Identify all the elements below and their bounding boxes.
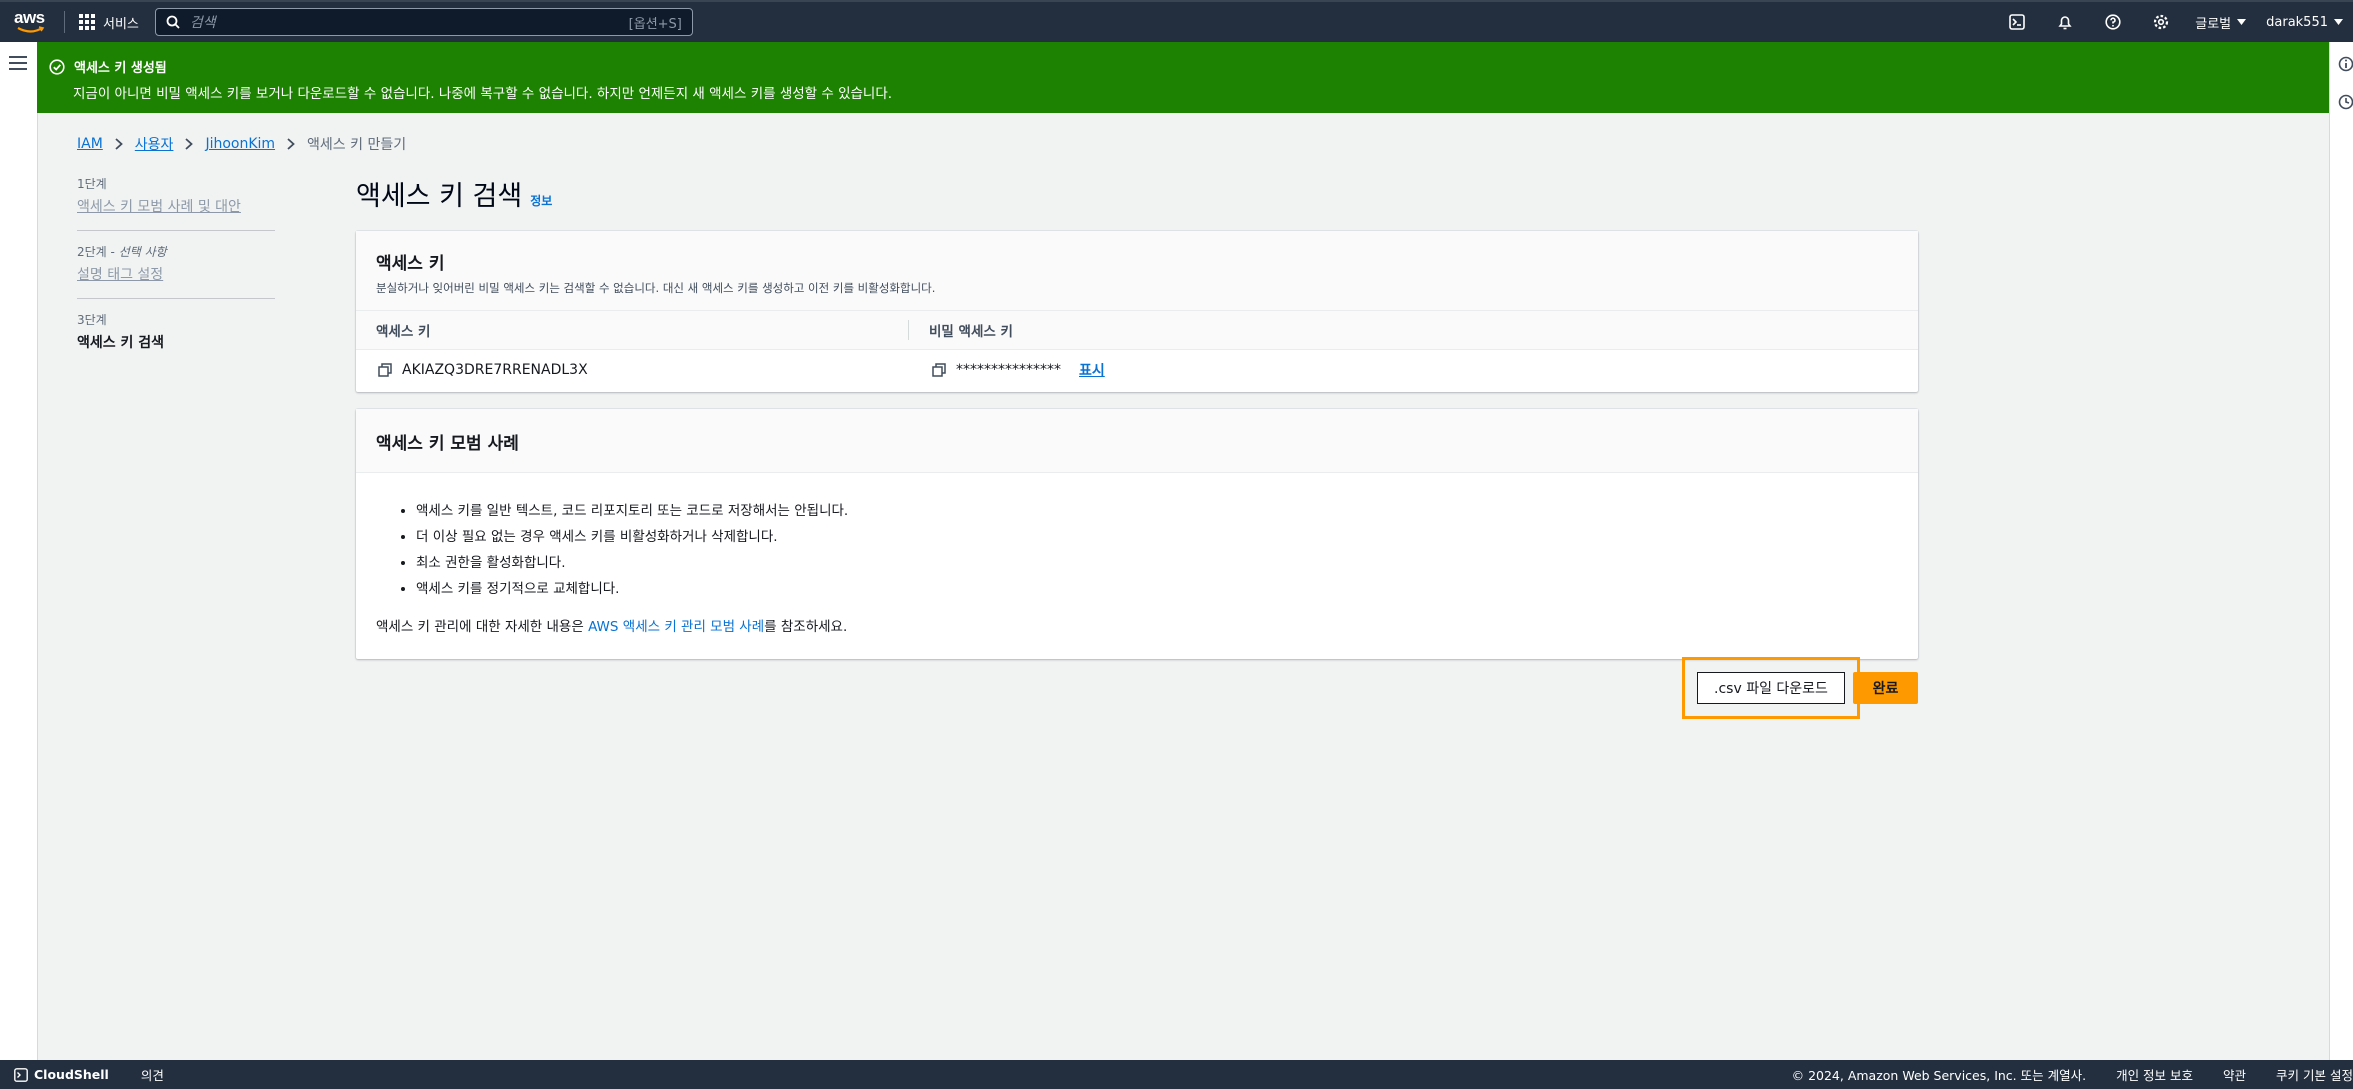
cookie-preferences-link[interactable]: 쿠키 기본 설정: [2276, 1065, 2353, 1084]
list-item: 액세스 키를 정기적으로 교체합니다.: [416, 577, 1898, 597]
aws-smile-icon: [17, 26, 45, 33]
clock-icon: [2338, 94, 2353, 110]
step-link[interactable]: 액세스 키 모범 사례 및 대안: [77, 196, 275, 216]
notifications-button[interactable]: [2041, 2, 2089, 42]
caret-down-icon: [2237, 19, 2247, 25]
step-number: 1단계: [77, 177, 107, 191]
hamburger-icon: [9, 56, 27, 70]
main-content: 액세스 키 검색 정보 액세스 키 분실하거나 잊어버린 비밀 액세스 키는 검…: [356, 174, 1918, 719]
footer: CloudShell 의견 © 2024, Amazon Web Service…: [0, 1060, 2353, 1089]
breadcrumb-users[interactable]: 사용자: [135, 134, 174, 154]
list-item: 최소 권한을 활성화합니다.: [416, 551, 1898, 571]
chevron-right-icon: [185, 138, 194, 150]
breadcrumb-current: 액세스 키 만들기: [307, 137, 407, 153]
list-item: 더 이상 필요 없는 경우 액세스 키를 비활성화하거나 삭제합니다.: [416, 525, 1898, 545]
nav-divider: [64, 11, 65, 33]
note-prefix: 액세스 키 관리에 대한 자세한 내용은: [376, 619, 589, 635]
resources-panel-button[interactable]: [2338, 94, 2353, 110]
privacy-link[interactable]: 개인 정보 보호: [2116, 1065, 2193, 1084]
best-practices-title: 액세스 키 모범 사례: [376, 434, 519, 454]
cloudshell-button[interactable]: [1993, 2, 2041, 42]
step-link[interactable]: 설명 태그 설정: [77, 264, 275, 284]
best-practices-note: 액세스 키 관리에 대한 자세한 내용은 AWS 액세스 키 관리 모범 사례를…: [376, 615, 1898, 635]
step-number: 3단계: [77, 313, 107, 327]
wizard-step-3: 3단계 액세스 키 검색: [77, 311, 275, 366]
access-key-description: 분실하거나 잊어버린 비밀 액세스 키는 검색할 수 없습니다. 대신 새 액세…: [376, 281, 936, 295]
aws-logo-text: aws: [14, 8, 45, 27]
step-number: 2단계 - 선택 사항: [77, 245, 167, 259]
wizard-step-2: 2단계 - 선택 사항 설명 태그 설정: [77, 243, 275, 299]
best-practices-container: 액세스 키 모범 사례 액세스 키를 일반 텍스트, 코드 리포지토리 또는 코…: [356, 409, 1918, 659]
success-flash-banner: 액세스 키 생성됨 지금이 아니면 비밀 액세스 키를 보거나 다운로드할 수 …: [37, 42, 2329, 113]
info-link[interactable]: 정보: [530, 192, 552, 209]
table-row: AKIAZQ3DRE7RRENADL3X *************** 표시: [356, 350, 1918, 390]
gear-icon: [2154, 14, 2169, 30]
breadcrumb-user[interactable]: JihoonKim: [205, 136, 275, 152]
terminal-icon: [14, 1067, 28, 1082]
best-practices-link[interactable]: AWS 액세스 키 관리 모범 사례: [588, 619, 764, 635]
search-icon: [166, 15, 180, 29]
terminal-icon: [2009, 14, 2026, 30]
chevron-right-icon: [287, 138, 295, 150]
top-navigation: aws 서비스 검색 [옵션+S] 글로벌 darak551: [0, 0, 2353, 42]
settings-button[interactable]: [2137, 2, 2185, 42]
info-circle-icon: [2338, 56, 2353, 72]
help-button[interactable]: [2089, 2, 2137, 42]
column-access-key: 액세스 키: [376, 324, 431, 340]
breadcrumb: IAM 사용자 JihoonKim 액세스 키 만들기: [77, 134, 406, 154]
grid-icon: [79, 14, 95, 30]
account-menu[interactable]: darak551: [2256, 15, 2353, 30]
check-circle-icon: [49, 58, 65, 75]
access-key-container: 액세스 키 분실하거나 잊어버린 비밀 액세스 키는 검색할 수 없습니다. 대…: [356, 231, 1918, 392]
step-current: 액세스 키 검색: [77, 335, 165, 351]
wizard-step-1: 1단계 액세스 키 모범 사례 및 대안: [77, 175, 275, 231]
info-panel-button[interactable]: [2338, 56, 2353, 72]
cloudshell-link[interactable]: CloudShell: [14, 1067, 109, 1082]
search-shortcut: [옵션+S]: [628, 16, 682, 32]
copy-icon[interactable]: [378, 363, 392, 377]
actions: .csv 파일 다운로드 완료: [1682, 657, 1918, 719]
best-practices-list: 액세스 키를 일반 텍스트, 코드 리포지토리 또는 코드로 저장해서는 안됩니…: [396, 499, 1898, 597]
show-secret-link[interactable]: 표시: [1079, 360, 1105, 380]
flash-title: 액세스 키 생성됨: [74, 61, 167, 76]
done-button[interactable]: 완료: [1853, 672, 1918, 704]
account-name: darak551: [2266, 14, 2328, 30]
table-header: 액세스 키 비밀 액세스 키: [356, 311, 1918, 350]
flash-message: 지금이 아니면 비밀 액세스 키를 보거나 다운로드할 수 없습니다. 나중에 …: [73, 86, 893, 102]
left-rail: [0, 42, 38, 1060]
copyright: © 2024, Amazon Web Services, Inc. 또는 계열사…: [1791, 1068, 2087, 1083]
note-suffix: 를 참조하세요.: [764, 619, 848, 635]
search-input[interactable]: 검색 [옵션+S]: [154, 8, 693, 36]
access-key-value: AKIAZQ3DRE7RRENADL3X: [402, 362, 588, 378]
caret-down-icon: [2334, 19, 2343, 25]
terms-link[interactable]: 약관: [2223, 1065, 2246, 1084]
secret-key-masked: ***************: [956, 362, 1061, 378]
access-key-title: 액세스 키: [376, 254, 445, 274]
right-rail: [2329, 42, 2353, 1060]
aws-logo[interactable]: aws: [14, 9, 48, 35]
region-label: 글로벌: [2195, 16, 2232, 32]
step-number-text: 2단계: [77, 245, 107, 259]
breadcrumb-iam[interactable]: IAM: [77, 136, 103, 152]
step-optional: 선택 사항: [118, 245, 167, 259]
download-csv-button[interactable]: .csv 파일 다운로드: [1682, 657, 1860, 719]
region-selector[interactable]: 글로벌: [2185, 13, 2256, 32]
copy-icon[interactable]: [932, 363, 946, 377]
cloudshell-label: CloudShell: [34, 1067, 109, 1082]
bell-icon: [2058, 16, 2072, 30]
page-title: 액세스 키 검색: [356, 181, 523, 212]
column-secret-key: 비밀 액세스 키: [908, 320, 1013, 340]
wizard-steps: 1단계 액세스 키 모범 사례 및 대안 2단계 - 선택 사항 설명 태그 설…: [77, 175, 275, 378]
menu-toggle-button[interactable]: [9, 56, 27, 70]
services-menu-button[interactable]: 서비스: [79, 13, 139, 32]
feedback-link[interactable]: 의견: [141, 1065, 164, 1084]
list-item: 액세스 키를 일반 텍스트, 코드 리포지토리 또는 코드로 저장해서는 안됩니…: [416, 499, 1898, 519]
search-placeholder: 검색: [189, 15, 216, 31]
help-icon: [2105, 14, 2121, 30]
chevron-right-icon: [115, 138, 123, 150]
services-label: 서비스: [103, 16, 139, 32]
